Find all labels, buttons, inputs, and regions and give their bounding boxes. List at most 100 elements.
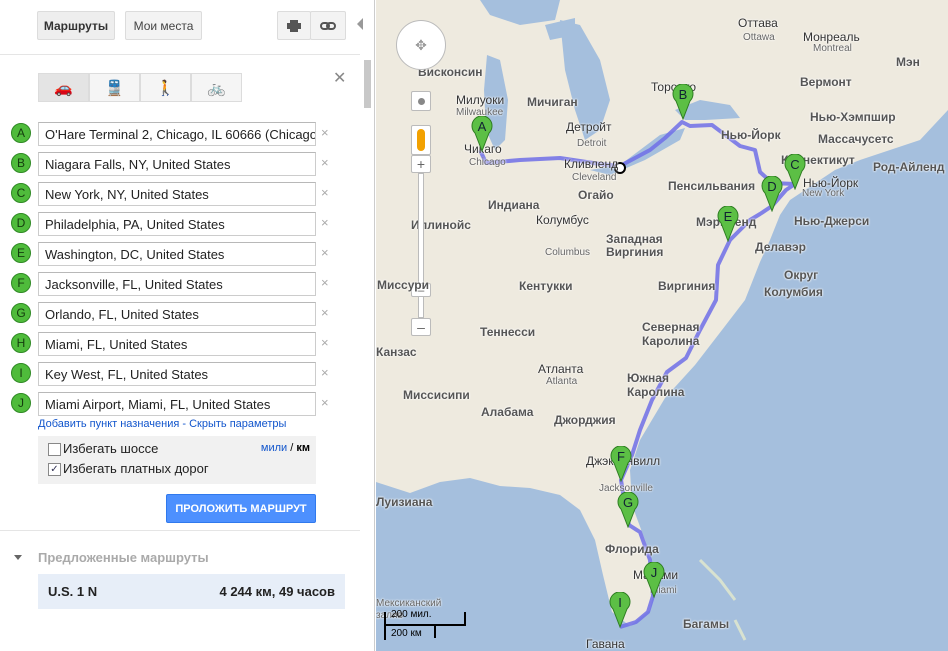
map-marker-f[interactable]: F	[610, 446, 632, 482]
walk-icon: 🚶	[156, 79, 175, 97]
marker-letter: B	[678, 87, 688, 102]
waypoint-input[interactable]: Washington, DC, United States	[38, 242, 316, 266]
waypoint-input[interactable]: Orlando, FL, United States	[38, 302, 316, 326]
units-miles-link[interactable]: мили	[261, 442, 287, 454]
waypoint-marker-icon[interactable]: F	[11, 273, 31, 293]
waypoint-marker-icon[interactable]: E	[11, 243, 31, 263]
map-label: Округ	[784, 268, 819, 282]
map-label: Милуоки	[456, 93, 505, 107]
expand-arrow-icon[interactable]	[14, 555, 22, 560]
mode-transit[interactable]: 🚆	[89, 73, 140, 102]
pegman-button[interactable]	[411, 125, 431, 155]
hide-options-link[interactable]: Скрыть параметры	[189, 418, 286, 430]
my-location-button[interactable]	[411, 91, 431, 111]
map-marker-j[interactable]: J	[643, 562, 665, 598]
waypoint-marker-icon[interactable]: J	[11, 393, 31, 413]
remove-waypoint-button[interactable]: ×	[321, 335, 329, 350]
marker-letter: D	[767, 179, 777, 194]
mode-car[interactable]: 🚗	[38, 73, 89, 102]
waypoint-row: I Key West, FL, United States ×	[10, 362, 340, 386]
printer-icon	[287, 19, 301, 32]
add-destination-link[interactable]: Добавить пункт назначения	[38, 418, 179, 430]
zoom-in-button[interactable]: +	[411, 155, 431, 173]
waypoint-input[interactable]: O'Hare Terminal 2, Chicago, IL 60666 (Ch…	[38, 122, 316, 146]
bike-icon: 🚲	[207, 79, 226, 97]
scrollbar[interactable]	[364, 60, 371, 108]
my-places-tab[interactable]: Мои места	[125, 11, 202, 40]
route-options: Избегать шоссе ✓ Избегать платных дорог …	[38, 436, 316, 484]
zoom-out-button[interactable]: –	[411, 318, 431, 336]
map-marker-c[interactable]: C	[784, 154, 806, 190]
print-button[interactable]	[277, 11, 311, 40]
collapse-panel-icon[interactable]	[357, 18, 363, 30]
waypoint-marker-icon[interactable]: B	[11, 153, 31, 173]
map-label: Оттава	[738, 16, 778, 30]
remove-waypoint-button[interactable]: ×	[321, 245, 329, 260]
remove-waypoint-button[interactable]: ×	[321, 215, 329, 230]
link-icon	[320, 21, 336, 30]
options-links: Добавить пункт назначения - Скрыть парам…	[38, 418, 286, 430]
waypoint-row: B Niagara Falls, NY, United States ×	[10, 152, 340, 176]
suggested-routes-title: Предложенные маршруты	[38, 550, 209, 565]
link-button[interactable]	[310, 11, 346, 40]
close-directions-button[interactable]: ✕	[333, 68, 346, 88]
waypoint-input[interactable]: Jacksonville, FL, United States	[38, 272, 316, 296]
avoid-highways-label: Избегать шоссе	[63, 441, 159, 456]
waypoint-input[interactable]: Niagara Falls, NY, United States	[38, 152, 316, 176]
get-directions-button[interactable]: ПРОЛОЖИТЬ МАРШРУТ	[166, 494, 316, 523]
mode-walk[interactable]: 🚶	[140, 73, 191, 102]
units-km[interactable]: км	[296, 442, 310, 454]
bus-icon: 🚆	[105, 79, 124, 97]
remove-waypoint-button[interactable]: ×	[321, 125, 329, 140]
remove-waypoint-button[interactable]: ×	[321, 305, 329, 320]
waypoint-marker-icon[interactable]: I	[11, 363, 31, 383]
remove-waypoint-button[interactable]: ×	[321, 365, 329, 380]
map-marker-e[interactable]: E	[717, 206, 739, 242]
map-marker-b[interactable]: B	[672, 84, 694, 120]
waypoint-marker-icon[interactable]: G	[11, 303, 31, 323]
waypoint-row: J Miami Airport, Miami, FL, United State…	[10, 392, 340, 416]
remove-waypoint-button[interactable]: ×	[321, 185, 329, 200]
waypoint-input[interactable]: New York, NY, United States	[38, 182, 316, 206]
waypoint-marker-icon[interactable]: A	[11, 123, 31, 143]
map-label: Нью-Джерси	[794, 214, 870, 228]
map-marker-d[interactable]: D	[761, 176, 783, 212]
link-separator: -	[179, 418, 190, 430]
remove-waypoint-button[interactable]: ×	[321, 395, 329, 410]
map-marker-a[interactable]: A	[471, 116, 493, 152]
waypoint-marker-icon[interactable]: D	[11, 213, 31, 233]
route-summary: 4 244 км, 49 часов	[219, 584, 335, 599]
mode-bike[interactable]: 🚲	[191, 73, 242, 102]
directions-tab[interactable]: Маршруты	[37, 11, 115, 40]
map-label: Джорджия	[554, 413, 616, 427]
waypoint-marker-icon[interactable]: C	[11, 183, 31, 203]
avoid-tolls-checkbox[interactable]: ✓	[48, 463, 61, 476]
waypoint-input[interactable]: Miami, FL, United States	[38, 332, 316, 356]
map-label: Гавана	[586, 637, 625, 651]
marker-letter: E	[723, 209, 733, 224]
avoid-highways-checkbox[interactable]	[48, 443, 61, 456]
map-label: Виргиния	[658, 279, 716, 293]
map-canvas[interactable]: ВисконсинМилуокиMilwaukeeЧикагоChicagoМи…	[376, 0, 948, 651]
map-label: Мичиган	[527, 95, 578, 109]
remove-waypoint-button[interactable]: ×	[321, 155, 329, 170]
map-label: Миссисипи	[403, 388, 470, 402]
pan-control[interactable]: ✥	[396, 20, 446, 70]
route-name: U.S. 1 N	[48, 584, 98, 599]
map-label: Теннесси	[480, 325, 536, 339]
waypoint-input[interactable]: Miami Airport, Miami, FL, United States	[38, 392, 316, 416]
map-label: Флорида	[605, 542, 659, 556]
lake-superior	[480, 0, 560, 25]
map-marker-i[interactable]: I	[609, 592, 631, 628]
map-marker-g[interactable]: G	[617, 492, 639, 528]
waypoint-marker-icon[interactable]: H	[11, 333, 31, 353]
scale-km: 200 км	[391, 628, 422, 639]
map-label: Columbus	[545, 247, 591, 258]
waypoint-input[interactable]: Philadelphia, PA, United States	[38, 212, 316, 236]
remove-waypoint-button[interactable]: ×	[321, 275, 329, 290]
waypoint-input[interactable]: Key West, FL, United States	[38, 362, 316, 386]
route-option[interactable]: U.S. 1 N 4 244 км, 49 часов	[38, 574, 345, 609]
map-label: Montreal	[813, 43, 852, 54]
map-label: Каролина	[642, 334, 700, 348]
divider	[0, 54, 360, 55]
